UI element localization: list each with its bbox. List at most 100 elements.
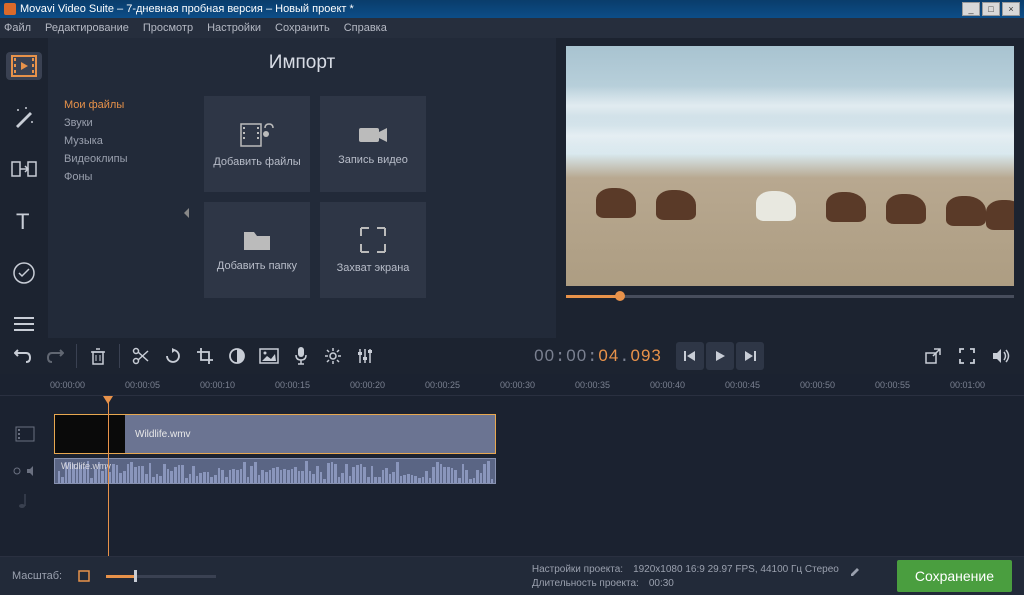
cat-sounds[interactable]: Звуки <box>64 114 178 132</box>
bottombar: Масштаб: Настройки проекта: 1920x1080 16… <box>0 556 1024 595</box>
ruler-tick: 00:00:20 <box>350 380 385 390</box>
eye-icon[interactable] <box>12 466 22 476</box>
volume-icon <box>991 347 1011 365</box>
fullscreen-button[interactable] <box>952 341 982 371</box>
ruler-tick: 00:00:55 <box>875 380 910 390</box>
sidebar-stickers[interactable] <box>6 259 42 287</box>
menu-view[interactable]: Просмотр <box>143 22 193 34</box>
rotate-button[interactable] <box>158 341 188 371</box>
project-settings-label: Настройки проекта: <box>532 564 623 576</box>
magic-wand-icon <box>12 106 36 130</box>
tile-add-files[interactable]: Добавить файлы <box>204 96 310 192</box>
menu-save[interactable]: Сохранить <box>275 22 330 34</box>
equalizer-button[interactable] <box>350 341 380 371</box>
film-import-icon <box>11 55 37 77</box>
image-icon <box>259 348 279 364</box>
crop-icon <box>196 347 214 365</box>
import-categories: Мои файлы Звуки Музыка Видеоклипы Фоны <box>48 88 178 338</box>
sidebar-titles[interactable]: T <box>6 207 42 235</box>
menu-file[interactable]: Файл <box>4 22 31 34</box>
zoom-label: Масштаб: <box>12 570 62 582</box>
fullscreen-icon <box>958 347 976 365</box>
video-track: Wildlife.wmv <box>0 412 1024 456</box>
playhead[interactable] <box>108 396 109 556</box>
sidebar-transitions[interactable] <box>6 155 42 183</box>
project-duration-label: Длительность проекта: <box>532 578 639 589</box>
cat-music[interactable]: Музыка <box>64 132 178 150</box>
maximize-button[interactable]: □ <box>982 2 1000 16</box>
sticker-icon <box>12 261 36 285</box>
minimize-button[interactable]: _ <box>962 2 980 16</box>
play-icon <box>713 349 727 363</box>
text-icon: T <box>12 209 36 233</box>
sidebar-filters[interactable] <box>6 104 42 132</box>
delete-button[interactable] <box>83 341 113 371</box>
menu-help[interactable]: Справка <box>344 22 387 34</box>
tile-record-video-label: Запись видео <box>338 154 408 166</box>
list-icon <box>12 315 36 333</box>
preview-video[interactable] <box>566 46 1014 286</box>
video-clip-label: Wildlife.wmv <box>125 429 191 440</box>
cat-backgrounds[interactable]: Фоны <box>64 168 178 186</box>
mic-button[interactable] <box>286 341 316 371</box>
sidebar-import[interactable] <box>6 52 42 80</box>
popout-icon <box>924 347 942 365</box>
tile-add-folder-label: Добавить папку <box>217 260 297 272</box>
color-icon <box>228 347 246 365</box>
equalizer-icon <box>356 347 374 365</box>
tile-screen-capture[interactable]: Захват экрана <box>320 202 426 298</box>
gear-icon <box>324 347 342 365</box>
sidebar-more[interactable] <box>6 310 42 338</box>
menu-settings[interactable]: Настройки <box>207 22 261 34</box>
import-panel: Импорт Мои файлы Звуки Музыка Видеоклипы… <box>48 38 556 338</box>
ruler-tick: 00:00:10 <box>200 380 235 390</box>
undo-button[interactable] <box>8 341 38 371</box>
collapse-categories[interactable] <box>178 88 194 338</box>
window-title: Movavi Video Suite – 7-дневная пробная в… <box>20 3 354 15</box>
redo-button[interactable] <box>40 341 70 371</box>
timeline-ruler[interactable]: 00:00:00 00:00:05 00:00:10 00:00:15 00:0… <box>0 374 1024 396</box>
cat-my-files[interactable]: Мои файлы <box>64 96 178 114</box>
prev-button[interactable] <box>676 342 704 370</box>
save-button[interactable]: Сохранение <box>897 560 1012 592</box>
popout-button[interactable] <box>918 341 948 371</box>
speaker-icon[interactable] <box>26 465 38 477</box>
menu-edit[interactable]: Редактирование <box>45 22 129 34</box>
project-settings-value: 1920x1080 16:9 29.97 FPS, 44100 Гц Cтере… <box>633 564 839 576</box>
next-button[interactable] <box>736 342 764 370</box>
tile-record-video[interactable]: Запись видео <box>320 96 426 192</box>
prev-icon <box>683 349 697 363</box>
volume-button[interactable] <box>986 341 1016 371</box>
undo-icon <box>14 348 32 364</box>
audio-clip[interactable]: Wildlife.wmv <box>54 458 496 484</box>
ruler-tick: 00:00:35 <box>575 380 610 390</box>
ruler-tick: 00:00:30 <box>500 380 535 390</box>
close-button[interactable]: × <box>1002 2 1020 16</box>
scrubber-handle[interactable] <box>615 291 625 301</box>
chevron-left-icon <box>182 207 190 219</box>
edit-settings-icon[interactable] <box>849 564 861 576</box>
redo-icon <box>46 348 64 364</box>
crop-button[interactable] <box>190 341 220 371</box>
zoom-handle[interactable] <box>134 570 137 582</box>
trash-icon <box>90 347 106 365</box>
ruler-tick: 00:01:00 <box>950 380 985 390</box>
timecode: 00:00:04.093 <box>534 346 662 367</box>
color-button[interactable] <box>222 341 252 371</box>
video-clip[interactable]: Wildlife.wmv <box>54 414 496 454</box>
split-button[interactable] <box>126 341 156 371</box>
tile-add-folder[interactable]: Добавить папку <box>204 202 310 298</box>
transitions-icon <box>11 159 37 179</box>
preview-scrubber[interactable] <box>566 286 1014 306</box>
settings-button[interactable] <box>318 341 348 371</box>
scissors-icon <box>132 347 150 365</box>
add-files-icon <box>239 120 275 148</box>
play-button[interactable] <box>706 342 734 370</box>
mic-icon <box>294 346 308 366</box>
cat-videoclips[interactable]: Видеоклипы <box>64 150 178 168</box>
ruler-tick: 00:00:00 <box>50 380 85 390</box>
fit-zoom-icon[interactable] <box>78 570 90 582</box>
import-title: Импорт <box>48 38 556 88</box>
ruler-tick: 00:00:45 <box>725 380 760 390</box>
image-button[interactable] <box>254 341 284 371</box>
